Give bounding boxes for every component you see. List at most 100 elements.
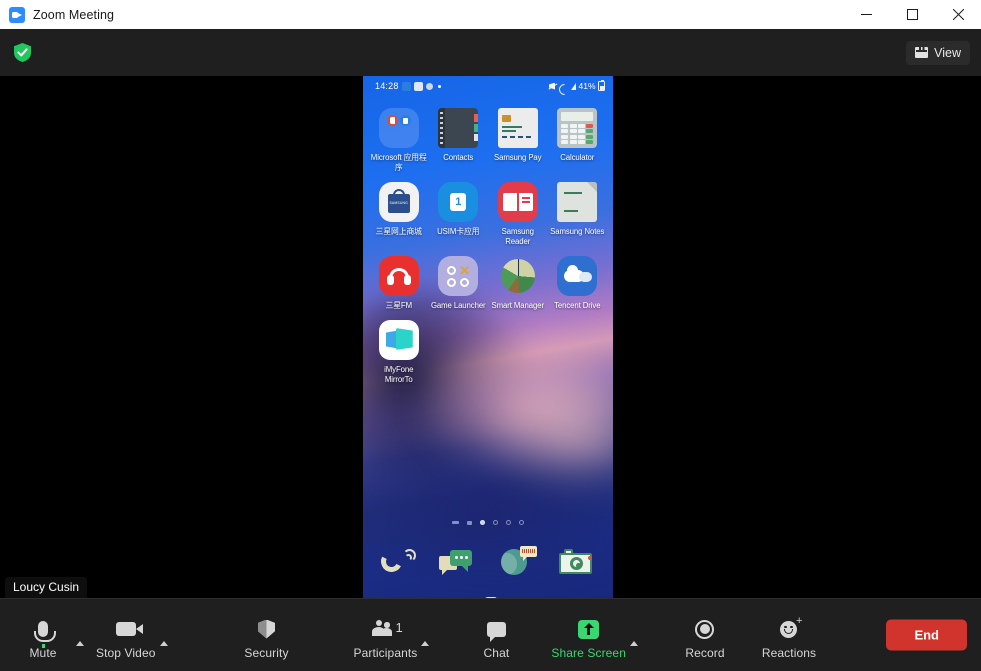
battery-icon [598,79,605,91]
view-button[interactable]: View [906,40,970,65]
audio-options-chevron-up-icon[interactable] [76,641,84,646]
maximize-button[interactable] [889,0,935,29]
app-label: Game Launcher [430,301,486,310]
participants-icon: 1 [372,616,403,642]
view-button-label: View [934,45,961,60]
calculator-icon [557,108,598,148]
stop-video-button[interactable]: Stop Video [96,610,156,660]
contacts-icon [438,108,479,148]
dock-item-phone[interactable] [369,540,429,586]
phone-dialer-icon [378,546,418,580]
zoom-camera-icon [9,6,25,23]
samsung-notes-icon [557,182,598,222]
dock-item-messages[interactable] [429,540,489,586]
page-dot[interactable] [506,520,511,525]
share-screen-icon [578,616,600,642]
camera-icon [558,546,596,580]
share-screen-button[interactable]: Share Screen [551,610,626,660]
dock-item-camera[interactable] [548,540,608,586]
app-game-launcher[interactable]: ✕ Game Launcher [429,256,489,311]
microsoft-folder-icon [378,108,419,148]
shield-icon [258,616,275,642]
participants-options-chevron-up-icon[interactable] [421,641,430,646]
window-title-bar: Zoom Meeting [0,0,981,29]
app-icon [425,82,433,90]
app-calculator[interactable]: Calculator [548,108,608,173]
chat-label: Chat [483,646,510,660]
security-label: Security [244,646,289,660]
stop-video-label: Stop Video [96,646,156,660]
home-icon[interactable] [483,597,498,598]
samsung-pay-icon [497,108,538,148]
mute-label: Mute [29,646,57,660]
record-button[interactable]: Record [676,610,734,660]
phone-dock [363,540,613,586]
recents-icon[interactable] [398,597,413,598]
app-tencent-drive[interactable]: Tencent Drive [548,256,608,311]
window-title: Zoom Meeting [33,7,115,22]
samsung-store-icon [378,182,419,222]
app-label: iMyFone MirrorTo [384,365,414,384]
phone-navigation-bar [363,586,613,598]
app-row: Microsoft 应用程序 Contacts Samsung Pay Calc… [369,108,607,173]
minimize-button[interactable] [843,0,889,29]
wallpaper-blob [483,376,613,496]
page-dot-active[interactable] [480,520,485,525]
close-button[interactable] [935,0,981,29]
app-smart-manager[interactable]: Smart Manager [488,256,548,311]
record-label: Record [685,646,725,660]
security-button[interactable]: Security [238,610,296,660]
app-samsung-reader[interactable]: Samsung Reader [488,182,548,247]
page-dot[interactable] [452,521,459,524]
share-options-chevron-up-icon[interactable] [629,641,638,646]
app-samsung-fm[interactable]: 三星FM [369,256,429,311]
participants-label: Participants [353,646,418,660]
taobao-icon [413,81,423,91]
samsung-fm-icon [378,256,419,296]
app-label: Calculator [560,153,595,162]
signal-icon [570,82,576,90]
mute-icon [548,82,557,91]
status-bar-clock: 14:28 [375,81,399,91]
dock-item-browser[interactable] [488,540,548,586]
app-microsoft-folder[interactable]: Microsoft 应用程序 [369,108,429,173]
app-label: Contacts [443,153,474,162]
samsung-reader-icon [497,182,538,222]
page-dot[interactable] [493,520,498,525]
app-label: Smart Manager [491,301,545,310]
meeting-stage: 14:28 41% Microsoft 应用程序 Contacts Samsun… [0,76,981,598]
smart-manager-icon [498,256,538,296]
app-label: Tencent Drive [554,301,601,310]
participant-name-tag: Loucy Cusin [5,577,88,598]
video-options-chevron-up-icon[interactable] [159,641,168,646]
reactions-label: Reactions [761,646,817,660]
reactions-button[interactable]: + Reactions [760,610,818,660]
meeting-controls-toolbar: Mute Stop Video Security 1 Participants … [0,598,981,671]
end-meeting-button[interactable]: End [886,619,967,651]
phone-app-grid: Microsoft 应用程序 Contacts Samsung Pay Calc… [363,96,613,385]
reactions-smiley-icon: + [780,615,802,642]
app-label: Samsung Pay [494,153,542,162]
battery-percent-label: 41% [578,81,596,91]
chat-bubble-icon [486,616,506,642]
page-dot[interactable] [519,520,524,525]
chat-button[interactable]: Chat [467,610,525,660]
mute-button[interactable]: Mute [14,610,72,660]
app-label: USIM卡应用 [437,227,480,236]
app-samsung-pay[interactable]: Samsung Pay [488,108,548,173]
app-contacts[interactable]: Contacts [429,108,489,173]
shared-phone-screen[interactable]: 14:28 41% Microsoft 应用程序 Contacts Samsun… [363,76,613,598]
record-icon [695,616,715,642]
phone-status-bar: 14:28 41% [363,76,613,96]
encryption-shield-icon[interactable] [9,40,35,66]
browser-icon [499,546,537,580]
app-imyfone-mirrorto[interactable]: iMyFone MirrorTo [369,320,429,385]
participants-button[interactable]: 1 Participants [354,610,418,660]
app-label: 三星网上商城 [375,227,422,236]
app-label: Microsoft 应用程序 [370,153,427,172]
page-dot[interactable] [467,520,472,525]
app-samsung-store[interactable]: 三星网上商城 [369,182,429,247]
app-samsung-notes[interactable]: Samsung Notes [548,182,608,247]
app-usim-card[interactable]: USIM卡应用 [429,182,489,247]
participants-count: 1 [395,620,403,635]
